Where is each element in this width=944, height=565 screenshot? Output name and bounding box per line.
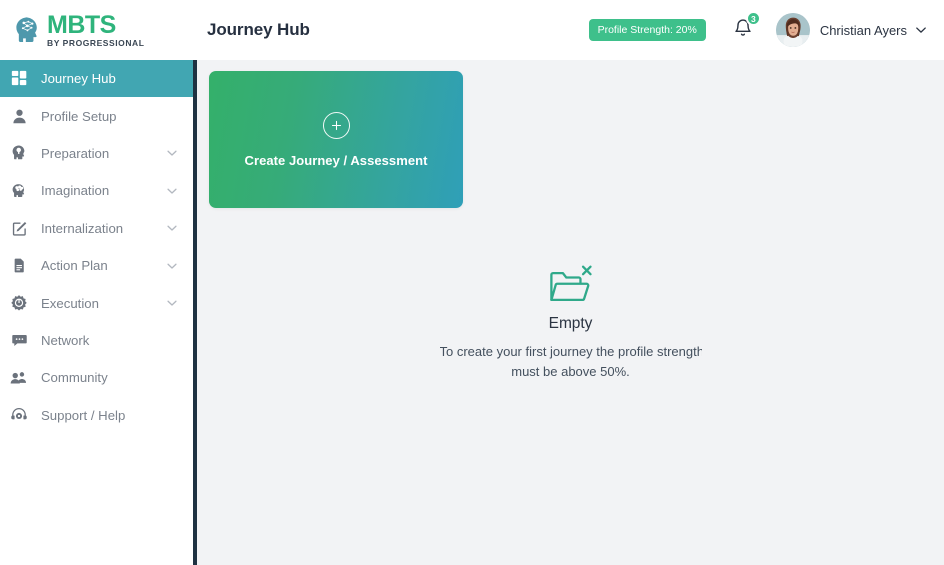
- chevron-down-icon[interactable]: [165, 146, 179, 160]
- avatar[interactable]: [775, 13, 810, 47]
- sidebar-item-label: Preparation: [41, 145, 110, 161]
- sidebar-item-network[interactable]: Network: [0, 322, 193, 359]
- create-journey-card[interactable]: Create Journey / Assessment: [209, 71, 463, 208]
- sidebar-item-label: Profile Setup: [41, 108, 117, 124]
- brand-name: MBTS: [47, 10, 116, 39]
- chevron-down-icon[interactable]: [165, 221, 179, 235]
- brand-tagline: BY PROGRESSIONAL: [47, 38, 145, 48]
- power-gear-icon: [8, 292, 30, 314]
- empty-state-description: To create your first journey the profile…: [440, 342, 702, 382]
- sidebar-item-profile-setup[interactable]: Profile Setup: [0, 97, 193, 134]
- main-area: Journey Hub Profile Strength: 20% 3 Chri…: [193, 0, 944, 565]
- topbar-right-group: Profile Strength: 20% 3 Christian Ayers: [588, 11, 928, 47]
- sidebar: MBTS BY PROGRESSIONAL Journey Hub Profil…: [0, 0, 193, 565]
- sidebar-item-execution[interactable]: Execution: [0, 284, 193, 321]
- chevron-down-icon[interactable]: [165, 259, 179, 273]
- headset-gear-icon: [8, 404, 30, 426]
- brand-text: MBTS BY PROGRESSIONAL: [47, 10, 145, 48]
- dashboard-grid-icon: [8, 68, 30, 90]
- sidebar-item-label: Journey Hub: [41, 71, 116, 87]
- sidebar-nav: Journey Hub Profile Setup Preparation Im…: [0, 60, 193, 434]
- sidebar-item-support-help[interactable]: Support / Help: [0, 397, 193, 434]
- brand-logo[interactable]: MBTS BY PROGRESSIONAL: [0, 0, 193, 60]
- sidebar-item-label: Network: [41, 332, 90, 348]
- profile-strength-badge[interactable]: Profile Strength: 20%: [588, 19, 706, 41]
- sidebar-item-label: Internalization: [41, 220, 124, 236]
- head-bulb-icon: [8, 142, 30, 164]
- user-name[interactable]: Christian Ayers: [820, 23, 907, 38]
- head-brain-icon: [8, 180, 30, 202]
- chevron-down-icon[interactable]: [165, 296, 179, 310]
- plus-circle-icon: [322, 111, 350, 139]
- topbar: Journey Hub Profile Strength: 20% 3 Chri…: [193, 0, 944, 60]
- sidebar-item-label: Action Plan: [41, 258, 108, 274]
- sidebar-item-journey-hub[interactable]: Journey Hub: [0, 60, 193, 98]
- content-inner: Create Journey / Assessment Empty To cre…: [197, 60, 944, 565]
- notifications-button[interactable]: 3: [726, 11, 761, 47]
- notification-count-badge: 3: [745, 11, 761, 26]
- edit-square-icon: [8, 217, 30, 239]
- user-icon: [8, 105, 30, 127]
- sidebar-item-community[interactable]: Community: [0, 359, 193, 396]
- head-network-icon: [10, 13, 44, 47]
- document-icon: [8, 255, 30, 277]
- sidebar-item-action-plan[interactable]: Action Plan: [0, 247, 193, 284]
- sidebar-item-label: Community: [41, 370, 108, 386]
- empty-folder-icon: [440, 265, 702, 309]
- empty-desc-line2: must be above 50%.: [511, 364, 630, 380]
- app-root: MBTS BY PROGRESSIONAL Journey Hub Profil…: [0, 0, 944, 565]
- chevron-down-icon[interactable]: [914, 23, 928, 37]
- create-journey-label: Create Journey / Assessment: [244, 152, 428, 168]
- sidebar-item-preparation[interactable]: Preparation: [0, 135, 193, 172]
- empty-desc-line1: To create your first journey the profile…: [439, 344, 702, 359]
- chat-bubble-icon: [8, 329, 30, 351]
- sidebar-item-label: Execution: [41, 295, 99, 311]
- empty-state-title: Empty: [548, 315, 593, 332]
- sidebar-item-internalization[interactable]: Internalization: [0, 210, 193, 247]
- people-group-icon: [8, 367, 30, 389]
- page-title: Journey Hub: [207, 20, 310, 39]
- sidebar-item-label: Support / Help: [41, 407, 126, 423]
- sidebar-item-imagination[interactable]: Imagination: [0, 172, 193, 209]
- sidebar-item-label: Imagination: [41, 183, 110, 199]
- empty-state: Empty To create your first journey the p…: [440, 265, 702, 382]
- content-canvas: Create Journey / Assessment Empty To cre…: [193, 60, 944, 565]
- chevron-down-icon[interactable]: [165, 184, 179, 198]
